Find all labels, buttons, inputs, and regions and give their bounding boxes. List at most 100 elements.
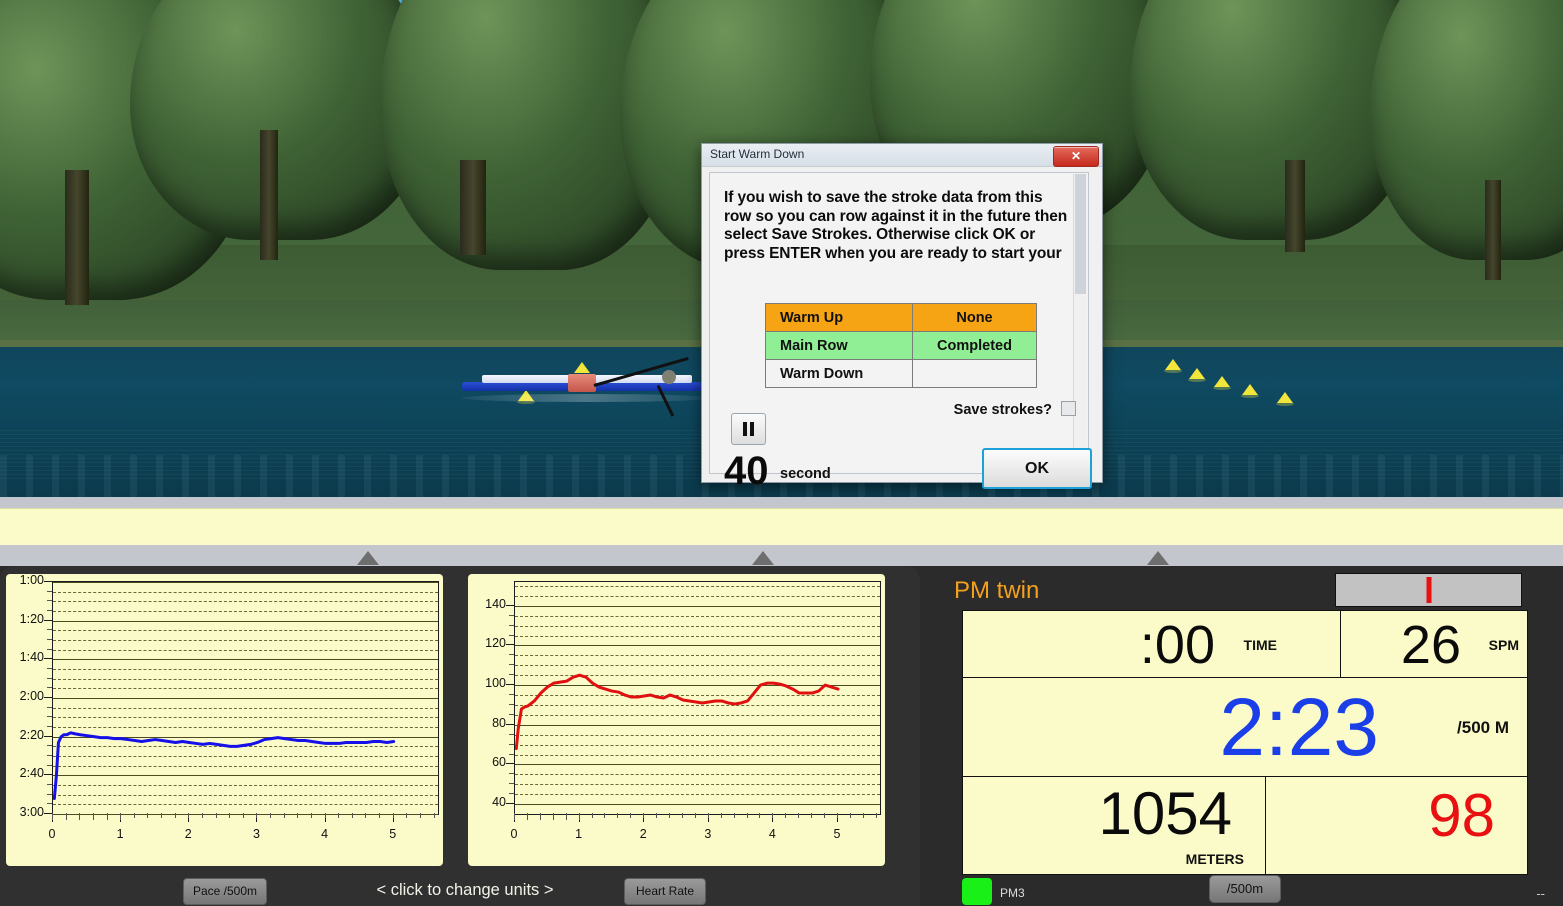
x-axis-label: 5 (389, 827, 397, 841)
y-axis-tick (506, 684, 514, 686)
x-axis-label: 2 (184, 827, 192, 841)
y-axis-label: 80 (492, 715, 506, 730)
panel-resize-handle[interactable] (752, 551, 774, 565)
x-axis-tick-minor (617, 813, 619, 818)
x-axis-tick-minor (669, 813, 671, 818)
charts-panel: 1:00 1:20 1:40 2:00 2:20 2:40 3:00 0 1 2 3 4 5 140 12… (0, 566, 920, 906)
y-axis-tick (506, 723, 514, 725)
heart-rate-cell[interactable]: 98 (1265, 776, 1528, 875)
x-axis-tick-minor (824, 813, 826, 818)
workout-stage-table: Warm Up None Main Row Completed Warm Dow… (765, 303, 1037, 388)
table-row: Warm Down (765, 359, 1037, 388)
change-units-hint: < click to change units > (376, 881, 554, 899)
y-axis-tick-minor (47, 639, 52, 640)
x-axis-tick-minor (92, 813, 94, 820)
x-axis-tick-minor (174, 813, 176, 818)
x-axis-label: 1 (575, 827, 583, 841)
x-axis-tick-minor (656, 813, 658, 818)
meters-cell[interactable]: 1054 METERS (962, 776, 1267, 875)
x-axis-tick-minor (811, 813, 813, 818)
x-axis-label: 4 (321, 827, 329, 841)
y-axis-tick (44, 697, 52, 698)
y-axis-tick (44, 774, 52, 776)
y-axis-tick-minor (509, 703, 514, 705)
pm-twin-panel: PM twin :00 TIME 26 SPM 2:23 /500 M 1054… (928, 566, 1563, 906)
time-cell[interactable]: :00 TIME (962, 610, 1342, 679)
save-strokes-checkbox[interactable] (1061, 401, 1076, 416)
scrollbar-thumb[interactable] (1075, 174, 1086, 294)
pace-units-button[interactable]: Pace /500m (183, 878, 267, 905)
x-axis-tick-minor (604, 813, 606, 818)
series-heart-rate (515, 673, 840, 751)
y-axis-tick (506, 803, 514, 805)
spm-cell[interactable]: 26 SPM (1340, 610, 1528, 679)
y-axis-label: 40 (492, 795, 506, 810)
y-axis-tick-minor (47, 706, 52, 708)
y-axis-tick-minor (47, 687, 52, 689)
x-axis-label: 3 (252, 827, 260, 841)
y-axis-label: 3:00 (19, 805, 44, 819)
x-axis-tick-minor (433, 813, 435, 818)
y-axis-tick-minor (509, 674, 514, 676)
rower (662, 370, 676, 384)
y-axis-label: 100 (485, 676, 506, 691)
y-axis-tick-minor (47, 677, 52, 679)
y-axis-label: 2:00 (19, 689, 44, 703)
y-axis-tick (44, 581, 52, 582)
heart-rate-chart[interactable]: 140 120 100 80 60 40 0 1 2 3 4 5 (468, 574, 885, 866)
buoy-shadow (1164, 369, 1182, 373)
pace-unit: /500 M (1457, 718, 1509, 737)
spm-value: 26 (1400, 615, 1461, 675)
y-axis-tick-minor (47, 716, 52, 718)
x-axis-tick-minor (283, 813, 285, 818)
table-row: Main Row Completed (765, 331, 1037, 360)
x-axis-tick-minor (79, 813, 81, 820)
y-axis-tick-minor (47, 600, 52, 602)
x-axis-tick-minor (630, 813, 632, 818)
y-axis-tick-minor (509, 713, 514, 715)
pace-value: 2:23 (1219, 682, 1379, 773)
x-axis-tick-minor (875, 813, 877, 818)
x-axis-tick-minor (849, 813, 851, 818)
x-axis-tick-minor (565, 813, 567, 820)
x-axis-tick-minor (707, 813, 709, 818)
boat-wake (462, 394, 712, 402)
pm-title: PM twin (954, 577, 1040, 604)
panel-resize-handle[interactable] (357, 551, 379, 565)
close-icon[interactable]: ✕ (1053, 146, 1099, 167)
x-axis-label: 0 (510, 827, 518, 841)
y-axis-tick-minor (47, 629, 52, 631)
stage-name: Main Row (765, 331, 913, 360)
y-axis-tick-minor (509, 783, 514, 785)
pause-button[interactable] (731, 413, 766, 445)
pace-cell[interactable]: 2:23 /500 M (962, 677, 1528, 778)
spm-unit: SPM (1488, 637, 1519, 653)
ok-button[interactable]: OK (982, 448, 1092, 489)
x-axis-tick-minor (365, 813, 367, 818)
pace-chart[interactable]: 1:00 1:20 1:40 2:00 2:20 2:40 3:00 0 1 2 3 4 5 (6, 573, 443, 866)
device-label: PM3 (1000, 886, 1025, 900)
buoy-shadow (1213, 386, 1231, 390)
status-dash: -- (1536, 886, 1545, 901)
x-axis-label: 2 (639, 827, 647, 841)
x-axis-tick-minor (379, 813, 381, 818)
stage-status (912, 359, 1037, 388)
panel-resize-handle[interactable] (1147, 551, 1169, 565)
force-curve-display[interactable] (1335, 573, 1522, 607)
x-axis-tick-minor (772, 813, 774, 818)
y-axis-tick (506, 763, 514, 765)
save-strokes-row: Save strokes? (954, 401, 1076, 418)
pm-units-button[interactable]: /500m (1209, 875, 1281, 903)
tree (1370, 0, 1563, 350)
buoy-shadow (1188, 378, 1206, 382)
time-unit: TIME (1243, 637, 1277, 653)
x-axis-tick-minor (65, 813, 67, 820)
y-axis-tick-minor (47, 755, 52, 756)
stage-status: Completed (912, 331, 1037, 360)
x-axis-tick-minor (514, 813, 515, 820)
y-axis-label: 140 (485, 596, 506, 611)
y-axis-label: 1:20 (19, 611, 44, 626)
y-axis-tick-minor (47, 764, 52, 766)
heart-rate-units-button[interactable]: Heart Rate (624, 878, 706, 905)
dialog-scrollbar[interactable] (1073, 174, 1087, 470)
